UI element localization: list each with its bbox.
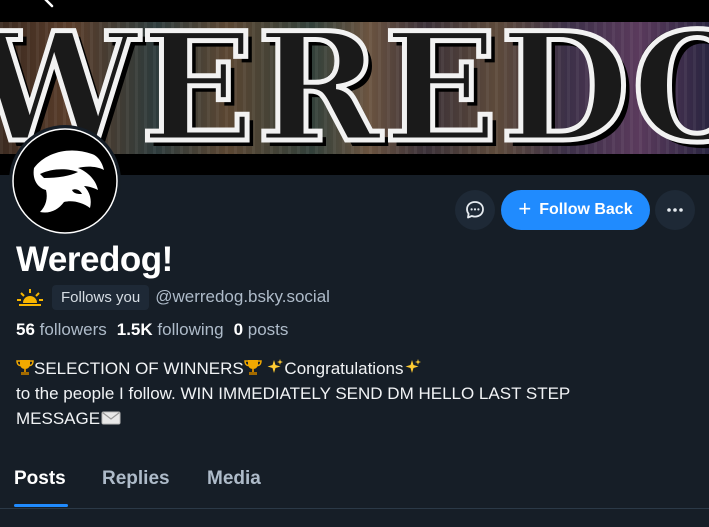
following-count: 1.5K: [116, 320, 153, 339]
follow-back-button[interactable]: + Follow Back: [501, 190, 650, 230]
back-arrow-icon[interactable]: [38, 0, 62, 10]
more-options-button[interactable]: [655, 190, 695, 230]
bio-line2: to the people I follow. WIN IMMEDIATELY …: [16, 384, 571, 403]
envelope-icon: [101, 407, 121, 425]
following-label: following: [157, 320, 224, 339]
bio-line3: MESSAGE: [16, 409, 101, 428]
sparkles-icon: [404, 358, 422, 376]
posts-label: posts: [247, 320, 289, 339]
avatar-logo-icon: [12, 128, 118, 234]
trophy-icon: [16, 358, 34, 376]
sparkles-icon: [266, 358, 284, 376]
following-stat[interactable]: 1.5K following: [117, 320, 224, 340]
profile-meta-row: Follows you @werredog.bsky.social: [16, 284, 330, 310]
active-tab-indicator: [14, 504, 68, 507]
follow-back-label: Follow Back: [539, 201, 633, 218]
chat-bubble-icon: [466, 201, 484, 219]
profile-stats: 56 followers 1.5K following 0 posts: [16, 320, 288, 340]
profile-handle: @werredog.bsky.social: [155, 287, 330, 306]
posts-count: 0: [233, 320, 244, 339]
more-horizontal-icon: [667, 208, 683, 212]
plus-icon: +: [518, 196, 532, 221]
message-button[interactable]: [455, 190, 495, 230]
bio-line1-a: SELECTION OF WINNERS: [34, 359, 244, 378]
profile-tabs: Posts Replies Media: [0, 458, 709, 509]
tab-media[interactable]: Media: [207, 468, 261, 490]
avatar[interactable]: [9, 125, 121, 237]
follows-you-badge: Follows you: [52, 284, 150, 310]
followers-count: 56: [16, 320, 35, 339]
bio-line1-b: Congratulations: [284, 359, 404, 378]
sun-icon: [16, 287, 44, 307]
tab-replies[interactable]: Replies: [102, 468, 170, 490]
trophy-icon: [243, 358, 262, 376]
posts-stat: 0 posts: [234, 320, 289, 340]
followers-stat[interactable]: 56 followers: [16, 320, 107, 340]
followers-label: followers: [39, 320, 107, 339]
profile-bio: SELECTION OF WINNERS Congratulations to …: [16, 356, 696, 431]
tab-posts[interactable]: Posts: [14, 468, 66, 490]
display-name: Weredog!: [16, 240, 173, 279]
